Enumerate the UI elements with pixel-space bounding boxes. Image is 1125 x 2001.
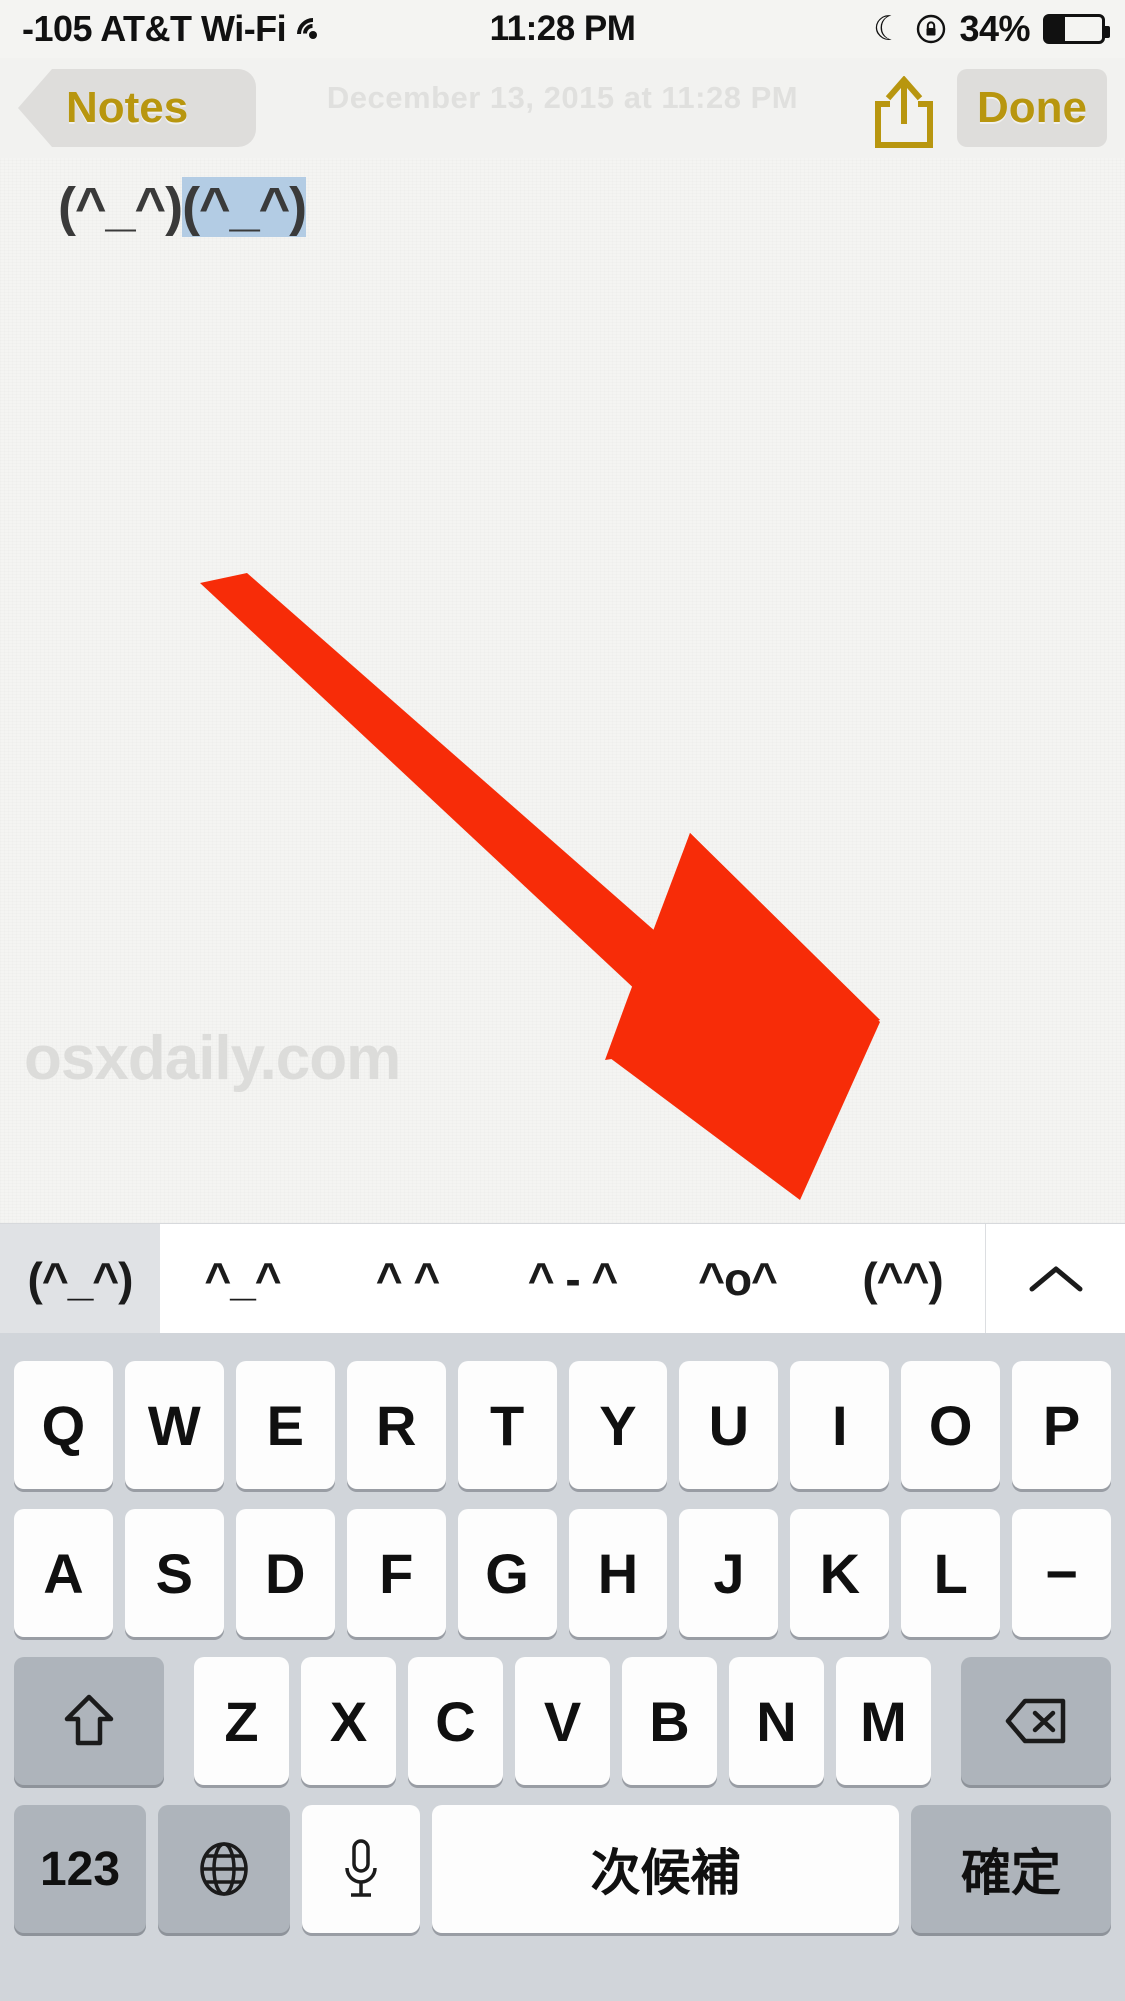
key-p[interactable]: P (1012, 1361, 1112, 1489)
keyboard-row-4: 123 次候補 確定 (0, 1805, 1125, 1933)
row3-right-spacer (937, 1657, 955, 1785)
keyboard-row-1: Q W E R T Y U I O P (0, 1361, 1125, 1489)
numeric-keyboard-key[interactable]: 123 (14, 1805, 146, 1933)
add-attachment-button[interactable] (775, 1006, 859, 1090)
key-f[interactable]: F (346, 1509, 446, 1637)
onscreen-keyboard[interactable]: Q W E R T Y U I O P A S D F G H J K L − … (0, 1333, 1125, 2001)
candidate-item[interactable]: (^_^) (0, 1224, 160, 1333)
candidate-item[interactable]: ^ ^ (325, 1224, 490, 1333)
back-to-notes-button[interactable]: Notes (18, 69, 256, 147)
keyboard-row-3: Z X C V B N M (0, 1657, 1125, 1785)
share-upload-icon (875, 75, 933, 148)
do-not-disturb-moon-icon: ☾ (872, 10, 904, 48)
row3-left-spacer (170, 1657, 188, 1785)
note-editor-area[interactable]: (^_^)(^_^) osxdaily.com (0, 158, 1125, 1223)
share-button[interactable] (869, 75, 939, 148)
key-q[interactable]: Q (14, 1361, 113, 1489)
status-bar: -105 AT&T Wi-Fi 11:28 PM ☾ 34% (0, 0, 1125, 58)
key-d[interactable]: D (235, 1509, 335, 1637)
dictation-key[interactable] (302, 1805, 420, 1933)
shift-key[interactable] (14, 1657, 164, 1785)
key-y[interactable]: Y (568, 1361, 668, 1489)
rotation-lock-icon (916, 14, 946, 44)
done-button[interactable]: Done (957, 69, 1107, 147)
key-u[interactable]: U (679, 1361, 779, 1489)
key-v[interactable]: V (515, 1657, 610, 1785)
expand-candidates-button[interactable] (985, 1224, 1125, 1333)
key-w[interactable]: W (124, 1361, 224, 1489)
key-i[interactable]: I (790, 1361, 890, 1489)
candidate-item[interactable]: ^ - ^ (490, 1224, 655, 1333)
candidate-item[interactable]: (^^) (820, 1224, 985, 1333)
status-bar-right: ☾ 34% (872, 0, 1110, 58)
chevron-up-icon (1029, 1266, 1082, 1291)
key-x[interactable]: X (301, 1657, 396, 1785)
key-o[interactable]: O (901, 1361, 1001, 1489)
key-a[interactable]: A (14, 1509, 113, 1637)
key-hyphen[interactable]: − (1012, 1509, 1112, 1637)
done-button-label: Done (977, 83, 1087, 132)
key-r[interactable]: R (346, 1361, 446, 1489)
key-j[interactable]: J (679, 1509, 779, 1637)
key-h[interactable]: H (568, 1509, 668, 1637)
keyboard-row-2: A S D F G H J K L − (0, 1509, 1125, 1637)
note-text-content[interactable]: (^_^)(^_^) (58, 176, 307, 238)
language-switch-key[interactable] (158, 1805, 290, 1933)
confirm-key[interactable]: 確定 (911, 1805, 1111, 1933)
key-g[interactable]: G (457, 1509, 557, 1637)
key-m[interactable]: M (836, 1657, 931, 1785)
key-t[interactable]: T (457, 1361, 557, 1489)
key-z[interactable]: Z (194, 1657, 289, 1785)
candidate-item[interactable]: ^_^ (160, 1224, 325, 1333)
key-s[interactable]: S (124, 1509, 224, 1637)
navigation-bar: December 13, 2015 at 11:28 PM Notes Done (0, 58, 1125, 158)
key-b[interactable]: B (622, 1657, 717, 1785)
battery-percent-label: 34% (959, 8, 1030, 49)
key-k[interactable]: K (790, 1509, 890, 1637)
candidate-item[interactable]: ^o^ (655, 1224, 820, 1333)
delete-key[interactable] (961, 1657, 1111, 1785)
battery-icon (1043, 14, 1110, 44)
shift-up-arrow-icon (64, 1694, 114, 1746)
key-l[interactable]: L (901, 1509, 1001, 1637)
note-text-plain: (^_^) (58, 177, 183, 237)
predictive-candidate-bar[interactable]: (^_^) ^_^ ^ ^ ^ - ^ ^o^ (^^) (0, 1223, 1125, 1333)
backspace-delete-icon (1005, 1698, 1066, 1744)
watermark-label: osxdaily.com (24, 1024, 401, 1093)
key-n[interactable]: N (729, 1657, 824, 1785)
key-c[interactable]: C (408, 1657, 503, 1785)
note-text-selected[interactable]: (^_^) (182, 177, 307, 237)
key-e[interactable]: E (235, 1361, 335, 1489)
globe-language-icon (200, 1842, 248, 1896)
next-candidate-key[interactable]: 次候補 (432, 1805, 899, 1933)
back-button-label: Notes (66, 83, 189, 132)
clock-label: 11:28 PM (489, 9, 636, 48)
microphone-icon (345, 1839, 377, 1897)
